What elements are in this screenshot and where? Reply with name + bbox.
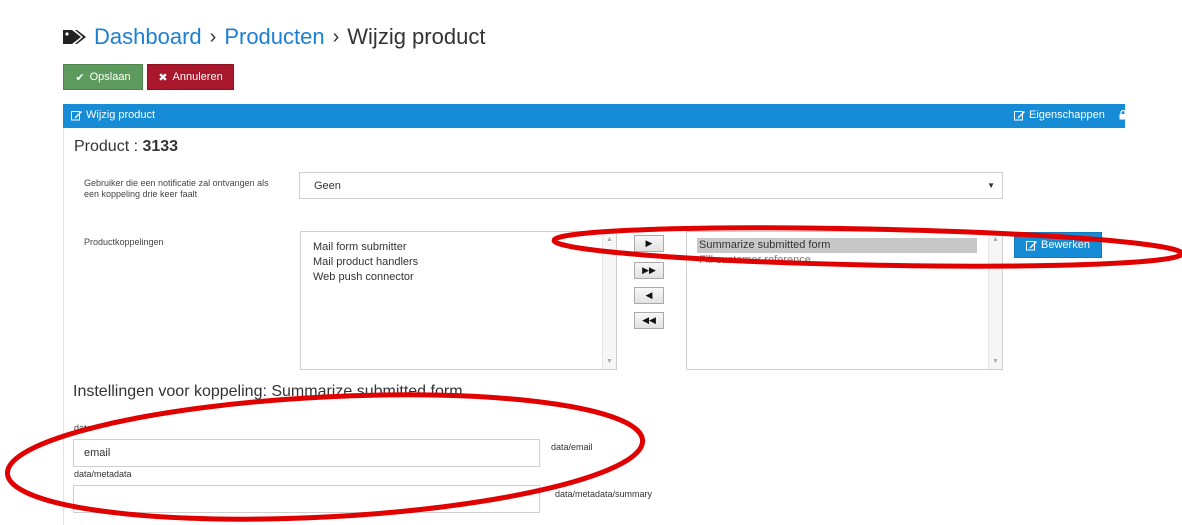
product-heading: Product : 3133 <box>74 138 178 156</box>
close-icon: ✖ <box>158 71 168 84</box>
caret-down-icon: ▼ <box>987 181 995 190</box>
scroll-up-icon[interactable]: ▲ <box>606 236 613 243</box>
check-icon: ✔ <box>75 71 85 84</box>
tags-icon <box>63 30 86 44</box>
panel-header: Wijzig product Eigenschappen <box>63 104 1127 128</box>
edit-link-button[interactable]: Bewerken <box>1014 232 1102 258</box>
move-right-button[interactable]: ▶ <box>634 235 664 252</box>
list-item[interactable]: Mail product handlers <box>301 255 601 270</box>
product-label: Product : <box>74 138 139 155</box>
settings-heading: Instellingen voor koppeling: Summarize s… <box>73 383 463 400</box>
cancel-button[interactable]: ✖ Annuleren <box>147 64 234 90</box>
scroll-down-icon[interactable]: ▼ <box>606 358 613 365</box>
notify-user-value: Geen <box>314 180 341 192</box>
product-number: 3133 <box>142 138 179 155</box>
save-button-label: Opslaan <box>89 71 131 83</box>
cancel-button-label: Annuleren <box>172 71 223 83</box>
notify-user-label: Gebruiker die een notificatie zal ontvan… <box>84 178 269 199</box>
breadcrumb-producten-link[interactable]: Producten <box>224 24 324 50</box>
save-button[interactable]: ✔ Opslaan <box>63 64 143 90</box>
move-all-right-button[interactable]: ▶▶ <box>634 262 664 279</box>
metadata-path-label: data/metadata/summary <box>555 489 653 499</box>
edit-icon <box>71 110 82 120</box>
scrollbar[interactable]: ▲ ▼ <box>988 232 1002 369</box>
properties-link[interactable]: Eigenschappen <box>1014 109 1105 121</box>
list-item[interactable]: Fill customer reference <box>697 253 977 268</box>
breadcrumb: Dashboard › Producten › Wijzig product <box>62 22 485 52</box>
move-left-button[interactable]: ◀ <box>634 287 664 304</box>
breadcrumb-separator: › <box>209 25 217 48</box>
list-item[interactable]: Web push connector <box>301 270 601 285</box>
scroll-down-icon[interactable]: ▼ <box>992 358 999 365</box>
data-label: data <box>74 423 92 433</box>
breadcrumb-current: Wijzig product <box>347 24 486 49</box>
metadata-field[interactable] <box>73 485 540 513</box>
available-links-listbox[interactable]: Mail form submitter Mail product handler… <box>300 231 617 370</box>
scrollbar[interactable]: ▲ ▼ <box>602 232 616 369</box>
selected-links-listbox[interactable]: Summarize submitted form Fill customer r… <box>686 231 1003 370</box>
lock-icon[interactable] <box>1119 109 1127 120</box>
edit-icon <box>1014 110 1025 120</box>
properties-link-label: Eigenschappen <box>1029 109 1105 121</box>
move-all-left-button[interactable]: ◀◀ <box>634 312 664 329</box>
content-border <box>63 128 64 525</box>
edit-icon <box>1026 240 1038 250</box>
product-links-label: Productkoppelingen <box>84 237 164 247</box>
breadcrumb-dashboard-link[interactable]: Dashboard <box>94 24 202 50</box>
notify-user-select[interactable]: Geen ▼ <box>299 172 1003 199</box>
scroll-up-icon[interactable]: ▲ <box>992 236 999 243</box>
metadata-label: data/metadata <box>74 469 132 479</box>
list-item[interactable]: Mail form submitter <box>301 240 601 255</box>
email-path-label: data/email <box>551 442 593 452</box>
panel-title-text: Wijzig product <box>86 109 156 121</box>
panel-title: Wijzig product <box>71 109 155 121</box>
breadcrumb-separator: › <box>332 25 340 48</box>
edit-link-button-label: Bewerken <box>1041 239 1090 251</box>
email-field[interactable] <box>73 439 540 467</box>
list-item-selected[interactable]: Summarize submitted form <box>697 238 977 253</box>
